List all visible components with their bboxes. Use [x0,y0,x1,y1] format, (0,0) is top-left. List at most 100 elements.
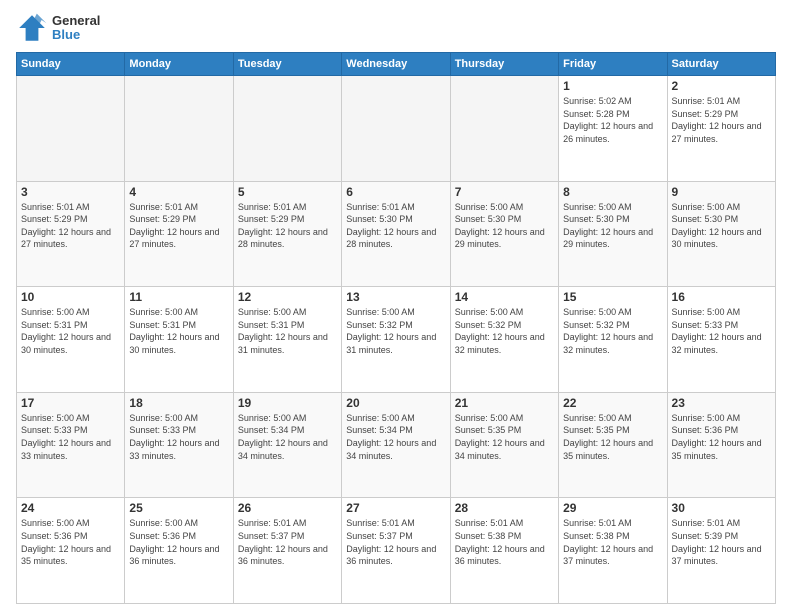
calendar-cell: 9 Sunrise: 5:00 AM Sunset: 5:30 PM Daylig… [667,181,775,287]
calendar-cell: 8 Sunrise: 5:00 AM Sunset: 5:30 PM Daylig… [559,181,667,287]
day-info: Sunrise: 5:01 AM Sunset: 5:37 PM Dayligh… [346,517,445,567]
day-info: Sunrise: 5:00 AM Sunset: 5:36 PM Dayligh… [129,517,228,567]
day-number: 22 [563,396,662,410]
calendar-cell: 6Sunrise: 5:01 AM Sunset: 5:30 PM Daylig… [342,181,450,287]
day-number: 7 [455,185,554,199]
calendar-cell: 7 Sunrise: 5:00 AM Sunset: 5:30 PM Daylig… [450,181,558,287]
weekday-header-sunday: Sunday [17,53,125,76]
calendar-cell: 21 Sunrise: 5:00 AM Sunset: 5:35 PM Dayli… [450,392,558,498]
calendar-cell [17,76,125,182]
page: General Blue SundayMondayTuesdayWednesda… [0,0,792,612]
calendar-cell: 22 Sunrise: 5:00 AM Sunset: 5:35 PM Dayli… [559,392,667,498]
day-number: 8 [563,185,662,199]
day-info: Sunrise: 5:00 AM Sunset: 5:30 PM Dayligh… [455,201,554,251]
calendar-cell: 23 Sunrise: 5:00 AM Sunset: 5:36 PM Dayli… [667,392,775,498]
day-number: 19 [238,396,337,410]
day-info: Sunrise: 5:01 AM Sunset: 5:37 PM Dayligh… [238,517,337,567]
day-info: Sunrise: 5:01 AM Sunset: 5:30 PM Dayligh… [346,201,445,251]
calendar-cell: 26Sunrise: 5:01 AM Sunset: 5:37 PM Dayli… [233,498,341,604]
calendar-cell: 3 Sunrise: 5:01 AM Sunset: 5:29 PM Daylig… [17,181,125,287]
day-info: Sunrise: 5:00 AM Sunset: 5:35 PM Dayligh… [563,412,662,462]
day-number: 1 [563,79,662,93]
calendar-cell: 15 Sunrise: 5:00 AM Sunset: 5:32 PM Dayli… [559,287,667,393]
calendar-cell [342,76,450,182]
week-row-3: 10 Sunrise: 5:00 AM Sunset: 5:31 PM Dayli… [17,287,776,393]
calendar-table: SundayMondayTuesdayWednesdayThursdayFrid… [16,52,776,604]
calendar-cell: 14 Sunrise: 5:00 AM Sunset: 5:32 PM Dayli… [450,287,558,393]
calendar-cell: 12Sunrise: 5:00 AM Sunset: 5:31 PM Dayli… [233,287,341,393]
day-number: 2 [672,79,771,93]
day-info: Sunrise: 5:01 AM Sunset: 5:29 PM Dayligh… [672,95,771,145]
logo: General Blue [16,12,100,44]
day-number: 14 [455,290,554,304]
calendar-cell: 28 Sunrise: 5:01 AM Sunset: 5:38 PM Dayli… [450,498,558,604]
day-info: Sunrise: 5:00 AM Sunset: 5:31 PM Dayligh… [129,306,228,356]
logo-icon [16,12,48,44]
day-info: Sunrise: 5:00 AM Sunset: 5:33 PM Dayligh… [129,412,228,462]
day-info: Sunrise: 5:02 AM Sunset: 5:28 PM Dayligh… [563,95,662,145]
calendar-cell: 24 Sunrise: 5:00 AM Sunset: 5:36 PM Dayli… [17,498,125,604]
day-info: Sunrise: 5:01 AM Sunset: 5:29 PM Dayligh… [21,201,120,251]
calendar-cell: 17 Sunrise: 5:00 AM Sunset: 5:33 PM Dayli… [17,392,125,498]
day-number: 3 [21,185,120,199]
day-number: 16 [672,290,771,304]
day-number: 13 [346,290,445,304]
day-number: 20 [346,396,445,410]
day-info: Sunrise: 5:00 AM Sunset: 5:32 PM Dayligh… [346,306,445,356]
calendar-cell: 1 Sunrise: 5:02 AM Sunset: 5:28 PM Daylig… [559,76,667,182]
day-number: 25 [129,501,228,515]
calendar-cell: 27 Sunrise: 5:01 AM Sunset: 5:37 PM Dayli… [342,498,450,604]
calendar-cell: 2 Sunrise: 5:01 AM Sunset: 5:29 PM Daylig… [667,76,775,182]
day-number: 10 [21,290,120,304]
calendar-cell: 20 Sunrise: 5:00 AM Sunset: 5:34 PM Dayli… [342,392,450,498]
header: General Blue [16,12,776,44]
day-info: Sunrise: 5:00 AM Sunset: 5:32 PM Dayligh… [563,306,662,356]
day-info: Sunrise: 5:01 AM Sunset: 5:29 PM Dayligh… [129,201,228,251]
day-number: 28 [455,501,554,515]
weekday-header-tuesday: Tuesday [233,53,341,76]
day-info: Sunrise: 5:00 AM Sunset: 5:31 PM Dayligh… [21,306,120,356]
calendar-cell: 18 Sunrise: 5:00 AM Sunset: 5:33 PM Dayli… [125,392,233,498]
day-info: Sunrise: 5:01 AM Sunset: 5:39 PM Dayligh… [672,517,771,567]
weekday-header-saturday: Saturday [667,53,775,76]
day-number: 17 [21,396,120,410]
day-info: Sunrise: 5:00 AM Sunset: 5:30 PM Dayligh… [672,201,771,251]
day-number: 30 [672,501,771,515]
day-info: Sunrise: 5:01 AM Sunset: 5:38 PM Dayligh… [455,517,554,567]
weekday-header-friday: Friday [559,53,667,76]
weekday-header-thursday: Thursday [450,53,558,76]
logo-text: General Blue [52,14,100,43]
calendar-cell: 5 Sunrise: 5:01 AM Sunset: 5:29 PM Daylig… [233,181,341,287]
weekday-header-row: SundayMondayTuesdayWednesdayThursdayFrid… [17,53,776,76]
day-info: Sunrise: 5:00 AM Sunset: 5:34 PM Dayligh… [238,412,337,462]
day-number: 21 [455,396,554,410]
day-number: 12 [238,290,337,304]
day-info: Sunrise: 5:00 AM Sunset: 5:33 PM Dayligh… [21,412,120,462]
calendar-cell [233,76,341,182]
day-number: 15 [563,290,662,304]
day-number: 27 [346,501,445,515]
calendar-cell: 30 Sunrise: 5:01 AM Sunset: 5:39 PM Dayli… [667,498,775,604]
day-info: Sunrise: 5:00 AM Sunset: 5:36 PM Dayligh… [21,517,120,567]
calendar-cell: 11Sunrise: 5:00 AM Sunset: 5:31 PM Dayli… [125,287,233,393]
day-number: 24 [21,501,120,515]
day-info: Sunrise: 5:00 AM Sunset: 5:35 PM Dayligh… [455,412,554,462]
day-number: 5 [238,185,337,199]
weekday-header-monday: Monday [125,53,233,76]
day-number: 9 [672,185,771,199]
calendar-cell: 16Sunrise: 5:00 AM Sunset: 5:33 PM Dayli… [667,287,775,393]
day-number: 18 [129,396,228,410]
week-row-5: 24 Sunrise: 5:00 AM Sunset: 5:36 PM Dayli… [17,498,776,604]
calendar-cell [450,76,558,182]
day-info: Sunrise: 5:00 AM Sunset: 5:36 PM Dayligh… [672,412,771,462]
day-info: Sunrise: 5:00 AM Sunset: 5:30 PM Dayligh… [563,201,662,251]
week-row-1: 1 Sunrise: 5:02 AM Sunset: 5:28 PM Daylig… [17,76,776,182]
calendar-cell: 10 Sunrise: 5:00 AM Sunset: 5:31 PM Dayli… [17,287,125,393]
day-number: 23 [672,396,771,410]
day-info: Sunrise: 5:00 AM Sunset: 5:32 PM Dayligh… [455,306,554,356]
calendar-cell: 25 Sunrise: 5:00 AM Sunset: 5:36 PM Dayli… [125,498,233,604]
day-info: Sunrise: 5:00 AM Sunset: 5:34 PM Dayligh… [346,412,445,462]
calendar-cell: 13 Sunrise: 5:00 AM Sunset: 5:32 PM Dayli… [342,287,450,393]
calendar-cell: 19 Sunrise: 5:00 AM Sunset: 5:34 PM Dayli… [233,392,341,498]
day-info: Sunrise: 5:01 AM Sunset: 5:29 PM Dayligh… [238,201,337,251]
